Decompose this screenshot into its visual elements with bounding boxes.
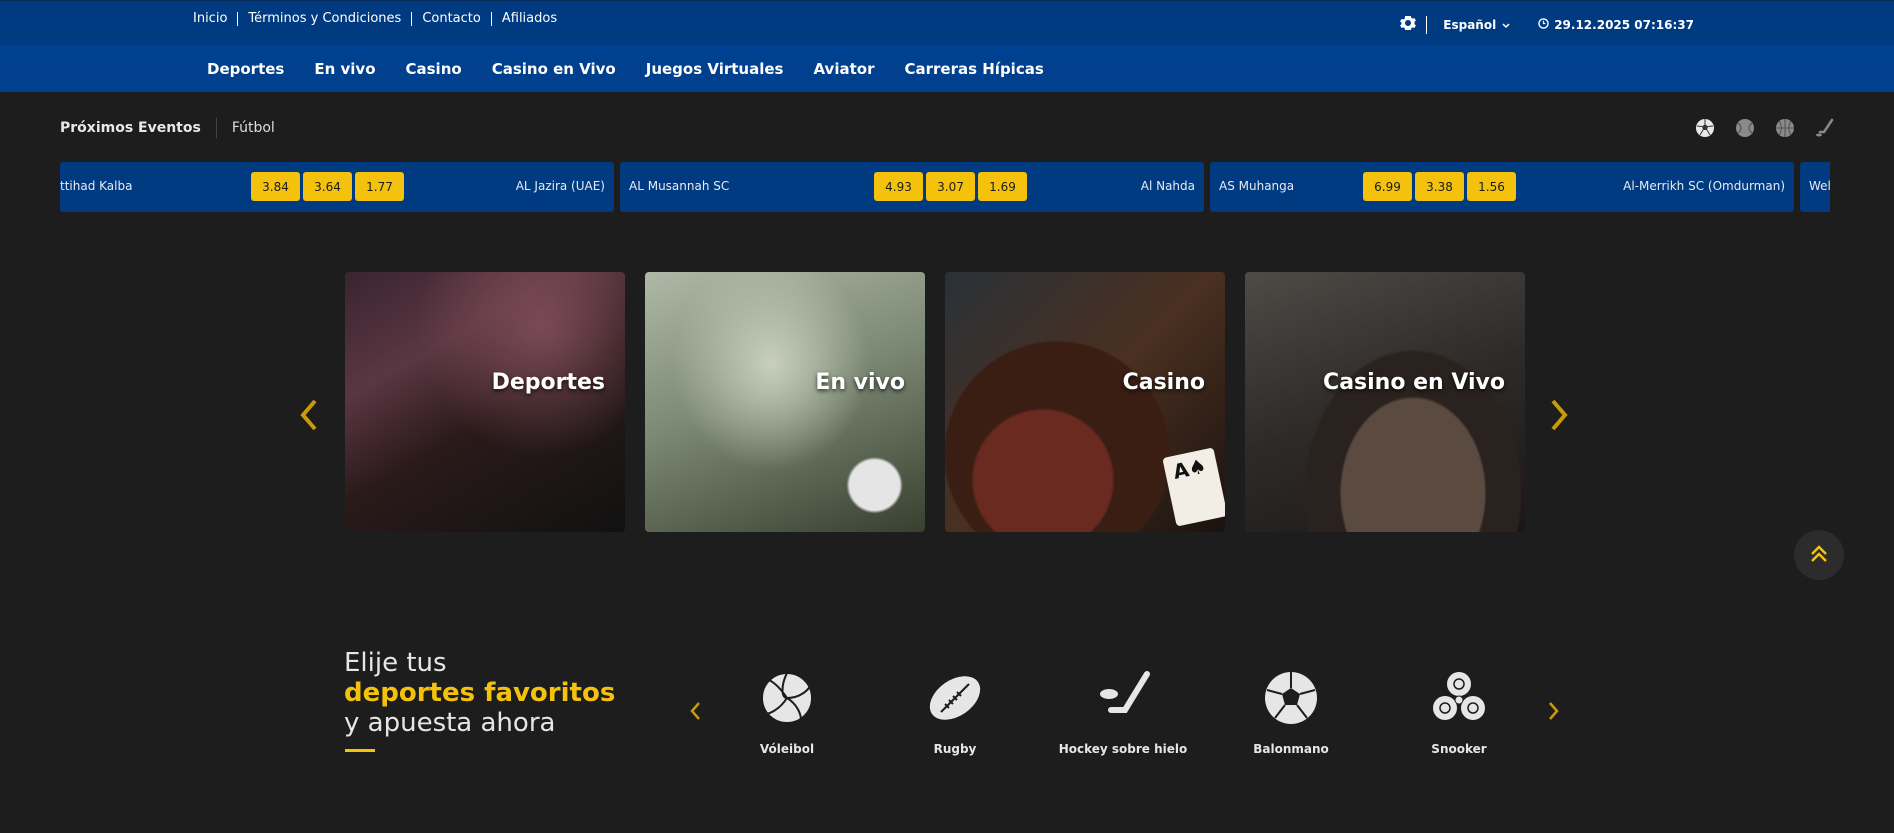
odd-draw[interactable]: 3.38 — [1415, 172, 1464, 201]
odds-group: 4.93 3.07 1.69 — [874, 172, 1027, 201]
card-casino[interactable]: A♠ Casino — [945, 272, 1225, 532]
away-team: AL Jazira (UAE) — [515, 179, 605, 193]
match-card[interactable]: AL Musannah SC 4.93 3.07 1.69 Al Nahda — [620, 162, 1204, 212]
sport-name: Balonmano — [1253, 742, 1329, 756]
carousel-next-icon[interactable] — [1547, 395, 1571, 435]
ice-hockey-icon — [1095, 670, 1151, 726]
home-team: AS Muhanga — [1219, 179, 1295, 193]
divider — [1426, 15, 1428, 34]
odd-away[interactable]: 1.56 — [1467, 172, 1516, 201]
link-contacto[interactable]: Contacto — [411, 12, 491, 26]
odd-home[interactable]: 3.84 — [251, 172, 300, 201]
nav-deportes[interactable]: Deportes — [207, 60, 284, 78]
header: Inicio Términos y Condiciones Contacto A… — [0, 0, 1894, 92]
nav-juegos-virtuales[interactable]: Juegos Virtuales — [646, 60, 784, 78]
sport-name: Hockey sobre hielo — [1058, 742, 1188, 756]
nav-aviator[interactable]: Aviator — [813, 60, 874, 78]
favorites-line3: y apuesta ahora — [344, 708, 556, 738]
sport-filter-icons — [1695, 118, 1835, 138]
playing-card-image: A♠ — [1162, 447, 1225, 527]
odd-draw[interactable]: 3.07 — [926, 172, 975, 201]
tab-futbol[interactable]: Fútbol — [232, 120, 275, 136]
sport-name: Rugby — [933, 742, 977, 756]
top-right-controls: Español 29.12.2025 07:16:37 — [1400, 15, 1694, 34]
match-card[interactable]: ttihad Kalba 3.84 3.64 1.77 AL Jazira (U… — [60, 162, 614, 212]
odds-group: 6.99 3.38 1.56 — [1363, 172, 1516, 201]
basketball-icon[interactable] — [1775, 118, 1795, 138]
language-label: Español — [1443, 17, 1497, 32]
language-select[interactable]: Español — [1443, 18, 1510, 32]
chevron-down-icon — [1502, 18, 1510, 32]
volleyball-icon — [759, 670, 815, 726]
sport-hockey-sobre-hielo[interactable]: Hockey sobre hielo — [1053, 670, 1193, 756]
nav-casino-en-vivo[interactable]: Casino en Vivo — [492, 60, 616, 78]
match-card[interactable]: AS Muhanga 6.99 3.38 1.56 Al-Merrikh SC … — [1210, 162, 1794, 212]
away-team: Al-Merrikh SC (Omdurman) — [1623, 179, 1785, 193]
odd-away[interactable]: 1.77 — [355, 172, 404, 201]
carousel-prev-icon[interactable] — [297, 395, 321, 435]
card-label: En vivo — [815, 370, 905, 395]
scroll-top-button[interactable] — [1794, 530, 1844, 580]
gear-icon[interactable] — [1400, 15, 1417, 34]
card-en-vivo[interactable]: En vivo — [645, 272, 925, 532]
handball-icon — [1263, 670, 1319, 726]
nav-en-vivo[interactable]: En vivo — [314, 60, 375, 78]
sport-name: Vóleibol — [759, 742, 815, 756]
divider — [215, 118, 217, 138]
main-nav: Deportes En vivo Casino Casino en Vivo J… — [207, 60, 1074, 78]
double-chevron-up-icon — [1808, 542, 1830, 568]
clock-icon — [1538, 17, 1549, 32]
card-label: Deportes — [491, 370, 605, 395]
top-links: Inicio Términos y Condiciones Contacto A… — [193, 12, 567, 26]
soccer-icon[interactable] — [1695, 118, 1715, 138]
home-team: AL Musannah SC — [629, 179, 730, 193]
sports-next-icon[interactable] — [1547, 700, 1561, 722]
card-label: Casino — [1122, 370, 1205, 395]
odds-group: 3.84 3.64 1.77 — [251, 172, 404, 201]
nav-carreras-hipicas[interactable]: Carreras Hípicas — [904, 60, 1043, 78]
favorites-heading: Elije tus deportes favoritos y apuesta a… — [344, 648, 615, 738]
away-team: Al Nahda — [1140, 179, 1195, 193]
odd-home[interactable]: 6.99 — [1363, 172, 1412, 201]
sport-rugby[interactable]: Rugby — [885, 670, 1025, 756]
link-afiliados[interactable]: Afiliados — [490, 12, 567, 26]
odd-draw[interactable]: 3.64 — [303, 172, 352, 201]
events-title: Próximos Eventos — [60, 120, 201, 136]
link-inicio[interactable]: Inicio — [193, 12, 237, 26]
favorites-highlight: deportes favoritos — [344, 678, 616, 708]
card-casino-en-vivo[interactable]: Casino en Vivo — [1245, 272, 1525, 532]
sport-name: Snooker — [1431, 742, 1487, 756]
card-deportes[interactable]: Deportes — [345, 272, 625, 532]
sports-prev-icon[interactable] — [688, 700, 702, 722]
upcoming-events-header: Próximos Eventos Fútbol — [60, 118, 1835, 138]
home-team: ttihad Kalba — [60, 179, 133, 193]
datetime-text: 29.12.2025 07:16:37 — [1554, 17, 1694, 32]
link-terminos[interactable]: Términos y Condiciones — [237, 12, 411, 26]
nav-casino[interactable]: Casino — [406, 60, 462, 78]
tennis-icon[interactable] — [1735, 118, 1755, 138]
card-label: Casino en Vivo — [1323, 370, 1505, 395]
accent-underline — [345, 749, 375, 752]
snooker-balls-icon — [1431, 670, 1487, 726]
datetime-display: 29.12.2025 07:16:37 — [1538, 18, 1694, 32]
odd-home[interactable]: 4.93 — [874, 172, 923, 201]
home-team: Wel — [1809, 179, 1830, 193]
hockey-icon[interactable] — [1815, 118, 1835, 138]
odd-away[interactable]: 1.69 — [978, 172, 1027, 201]
sport-balonmano[interactable]: Balonmano — [1221, 670, 1361, 756]
sport-snooker[interactable]: Snooker — [1389, 670, 1529, 756]
favorites-line1: Elije tus — [344, 648, 447, 678]
rugby-ball-icon — [927, 670, 983, 726]
match-card[interactable]: Wel — [1800, 162, 1830, 212]
sport-voleibol[interactable]: Vóleibol — [717, 670, 857, 756]
events-ticker: ttihad Kalba 3.84 3.64 1.77 AL Jazira (U… — [60, 162, 1830, 212]
